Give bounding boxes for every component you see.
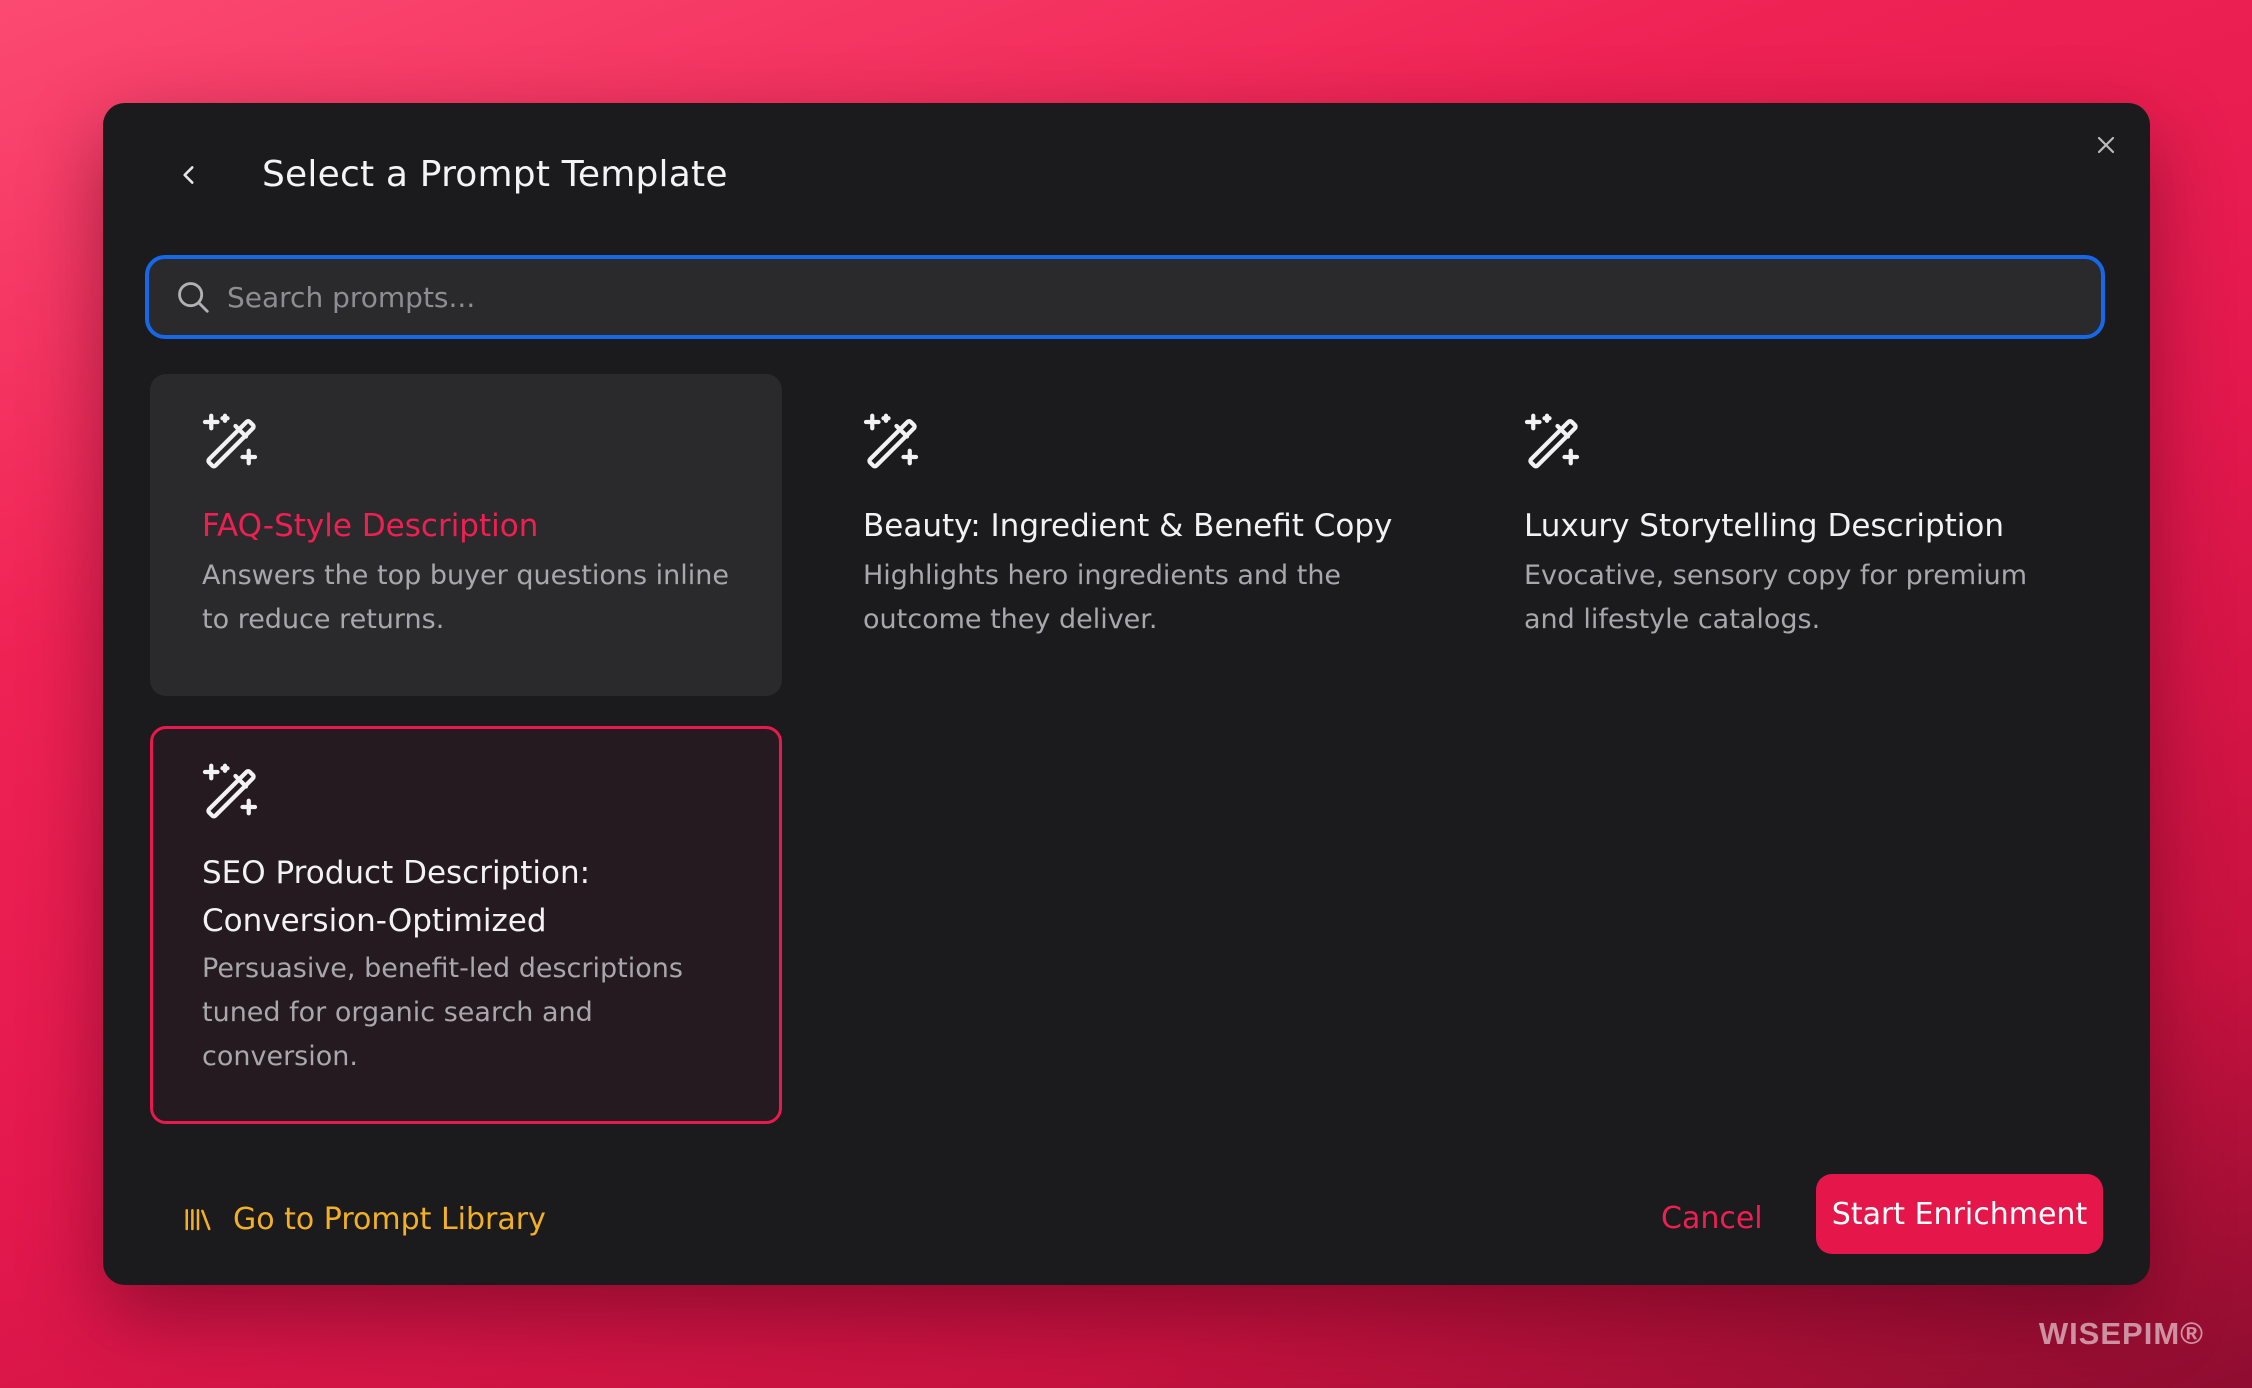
prompt-library-label: Go to Prompt Library — [233, 1201, 546, 1237]
template-description: Highlights hero ingredients and the outc… — [863, 560, 1342, 635]
magic-wand-icon — [202, 763, 258, 819]
template-card-beauty[interactable]: Beauty: Ingredient & Benefit Copy Highli… — [811, 374, 1443, 696]
prompt-template-dialog: Select a Prompt Template FAQ-Style Des — [103, 103, 2150, 1285]
library-icon — [183, 1203, 215, 1235]
template-title: SEO Product Description: Conversion-Opti… — [202, 855, 591, 939]
template-card-faq-style[interactable]: FAQ-Style Description Answers the top bu… — [150, 374, 782, 696]
magic-wand-icon — [863, 413, 919, 469]
close-icon — [2097, 136, 2115, 154]
chevron-left-icon — [183, 166, 194, 184]
magic-wand-icon — [202, 413, 258, 469]
search-box — [145, 255, 2105, 339]
start-enrichment-button[interactable]: Start Enrichment — [1816, 1174, 2103, 1254]
cancel-button[interactable]: Cancel — [1649, 1193, 1775, 1245]
search-icon — [171, 275, 215, 319]
template-card-luxury[interactable]: Luxury Storytelling Description Evocativ… — [1472, 374, 2104, 696]
close-button[interactable] — [2084, 123, 2128, 167]
prompt-library-link[interactable]: Go to Prompt Library — [183, 1193, 546, 1245]
brand-watermark: WISEPIM® — [2038, 1316, 2204, 1351]
template-card-seo[interactable]: SEO Product Description: Conversion-Opti… — [150, 726, 782, 1124]
template-description: Answers the top buyer questions inline t… — [202, 560, 729, 635]
template-description: Evocative, sensory copy for premium and … — [1524, 560, 2028, 635]
template-description: Persuasive, benefit-led descriptions tun… — [202, 953, 683, 1072]
template-title: Beauty: Ingredient & Benefit Copy — [863, 508, 1393, 544]
template-title: FAQ-Style Description — [202, 508, 539, 544]
search-input[interactable] — [215, 258, 2101, 336]
magic-wand-icon — [1524, 413, 1580, 469]
back-button[interactable] — [163, 149, 215, 201]
dialog-title: Select a Prompt Template — [262, 154, 728, 195]
template-title: Luxury Storytelling Description — [1524, 508, 2005, 544]
